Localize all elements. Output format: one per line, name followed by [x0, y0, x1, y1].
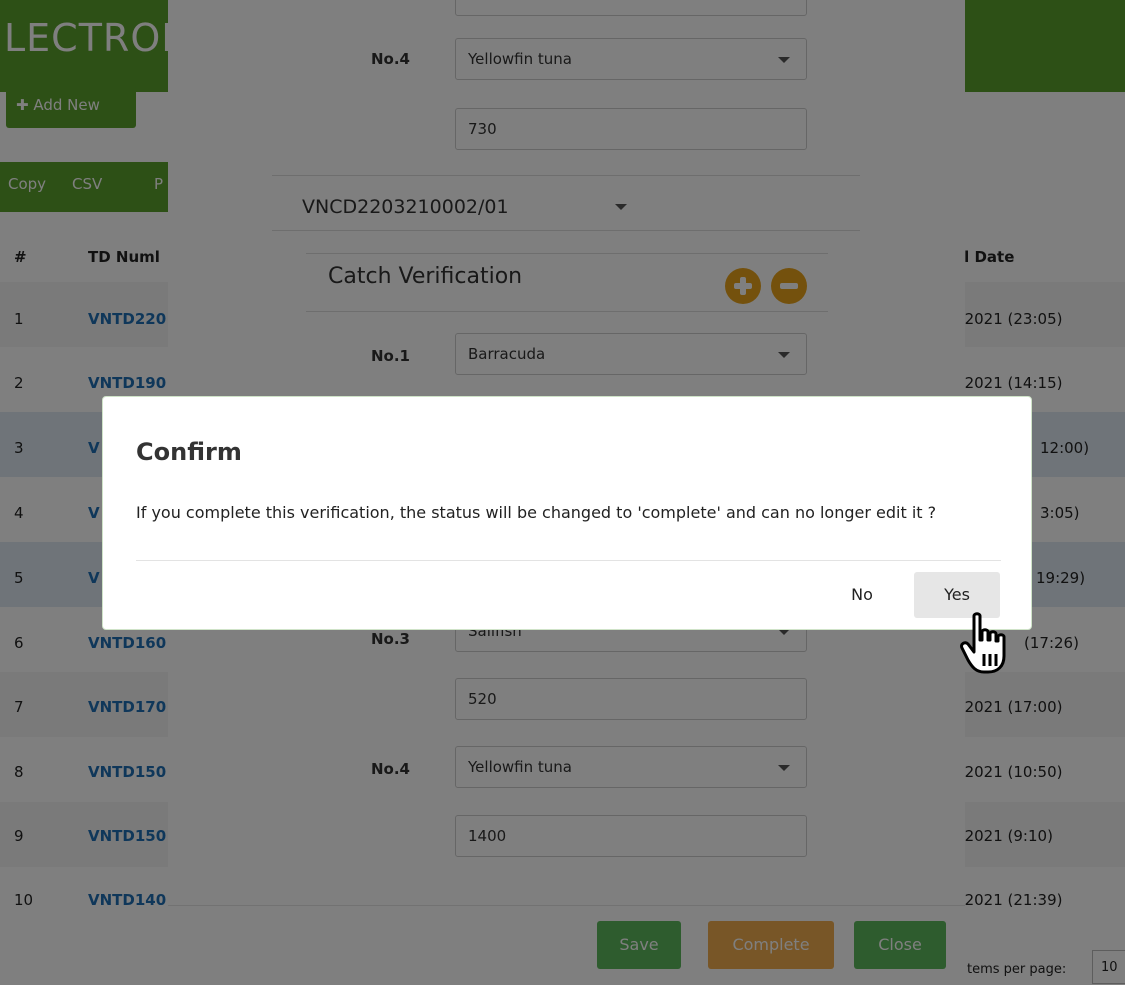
confirm-dialog: Confirm If you complete this verificatio…	[102, 396, 1032, 630]
divider	[136, 560, 1001, 561]
confirm-title: Confirm	[136, 438, 242, 466]
confirm-message: If you complete this verification, the s…	[136, 503, 937, 522]
hand-cursor-icon	[960, 612, 1006, 674]
no-button[interactable]: No	[832, 572, 892, 618]
